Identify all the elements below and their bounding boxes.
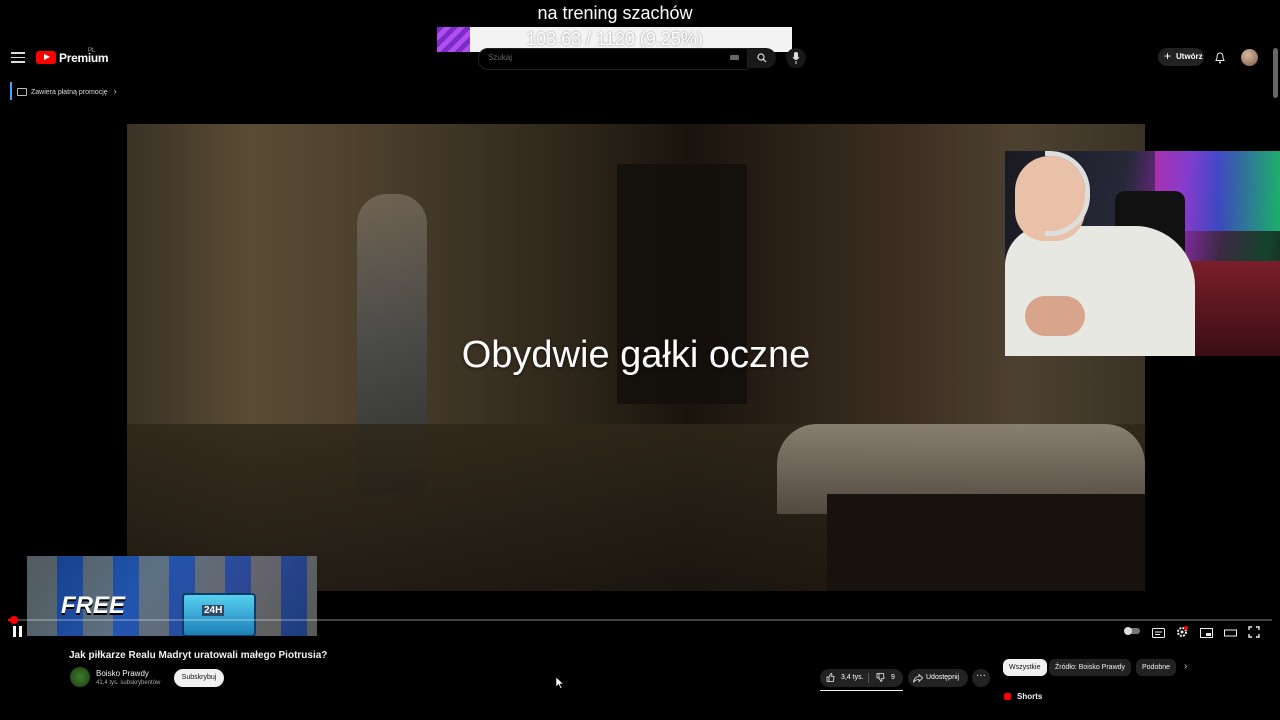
video-player[interactable]: Obydwie gałki oczne [127,124,1145,591]
video-title: Jak piłkarze Realu Madryt uratowali małe… [69,650,328,661]
chip-similar[interactable]: Podobne [1136,659,1177,676]
chip-all[interactable]: Wszystkie [1003,659,1047,676]
donation-goal-title: na trening szachów [537,3,693,23]
ad-loot-box: 24H [182,593,256,636]
search-box [478,48,748,70]
more-actions-button[interactable]: ··· [972,669,990,687]
video-progress-handle[interactable] [10,616,19,624]
miniplayer-icon[interactable] [1200,625,1214,638]
scrollbar-thumb[interactable] [1273,48,1278,98]
ad-loot-box-label: 24H [202,605,225,616]
video-subtitle: Obydwie gałki oczne [461,334,811,376]
channel-subscriber-count: 41,4 tys. subskrybentów [96,680,161,686]
share-label: Udostępnij [926,674,960,681]
dislike-button[interactable]: 9 [876,669,895,687]
like-count: 3,4 tys. [840,674,864,681]
donation-goal-text: 103.63 / 1120 (9.25%) [526,29,703,49]
webcam-person-arm [1025,296,1085,336]
shorts-heading[interactable]: Shorts [1004,692,1042,701]
mic-icon [792,52,800,64]
dislike-icon [876,672,885,682]
page-scrollbar[interactable] [1273,48,1278,688]
fullscreen-icon[interactable] [1248,625,1262,638]
paid-promotion-label: Zawiera płatną promocję [31,89,108,96]
share-button[interactable]: Udostępnij [908,669,968,687]
like-button[interactable]: 3,4 tys. [826,669,864,687]
channel-avatar[interactable] [70,667,90,687]
chip-source-channel[interactable]: Źródło: Boisko Prawdy [1049,659,1132,676]
like-icon [826,672,835,682]
like-ratio-underline [820,690,903,691]
ad-thumbnail[interactable]: FREE 24H [27,556,317,636]
shorts-label: Shorts [1017,692,1043,701]
voice-search-button[interactable] [786,48,806,68]
dislike-count: 9 [890,674,895,681]
promotion-icon [17,88,27,97]
subscribe-button[interactable]: Subskrybuj [174,669,224,687]
create-button[interactable]: + Utwórz [1158,48,1204,66]
autoplay-toggle[interactable] [1124,627,1140,635]
share-icon [913,674,923,683]
video-scene-bed [827,494,1145,591]
channel-name[interactable]: Boisko Prawdy [96,669,149,678]
chevron-right-icon[interactable]: › [1184,661,1187,672]
subtitles-icon[interactable] [1152,625,1166,638]
search-button[interactable] [748,48,776,68]
plus-icon: + [1164,49,1172,63]
ad-free-text: FREE [61,592,126,619]
logo-region: PL [88,48,96,54]
menu-icon[interactable] [11,52,25,63]
settings-icon[interactable] [1176,625,1190,637]
pause-icon[interactable] [12,626,24,637]
mouse-cursor-icon [555,676,565,694]
shorts-logo-icon [1004,693,1011,701]
like-dislike-group: 3,4 tys. 9 [820,669,903,687]
create-label: Utwórz [1176,52,1203,61]
chevron-right-icon: › [113,86,117,96]
account-avatar[interactable] [1241,49,1258,66]
webcam-person-body [1005,226,1195,356]
theater-mode-icon[interactable] [1224,625,1238,637]
video-progress-bar[interactable] [8,616,1272,624]
keyboard-icon[interactable] [730,55,739,60]
search-input[interactable] [486,52,720,63]
bell-icon[interactable] [1214,51,1226,69]
streamer-webcam [1005,151,1280,356]
paid-promotion-notice[interactable]: Zawiera płatną promocję › [10,82,117,100]
headphones-icon [1045,151,1090,236]
like-divider [868,673,869,683]
search-icon [757,53,767,63]
logo-text[interactable]: Premium [59,51,109,65]
youtube-logo-icon[interactable] [36,51,56,64]
